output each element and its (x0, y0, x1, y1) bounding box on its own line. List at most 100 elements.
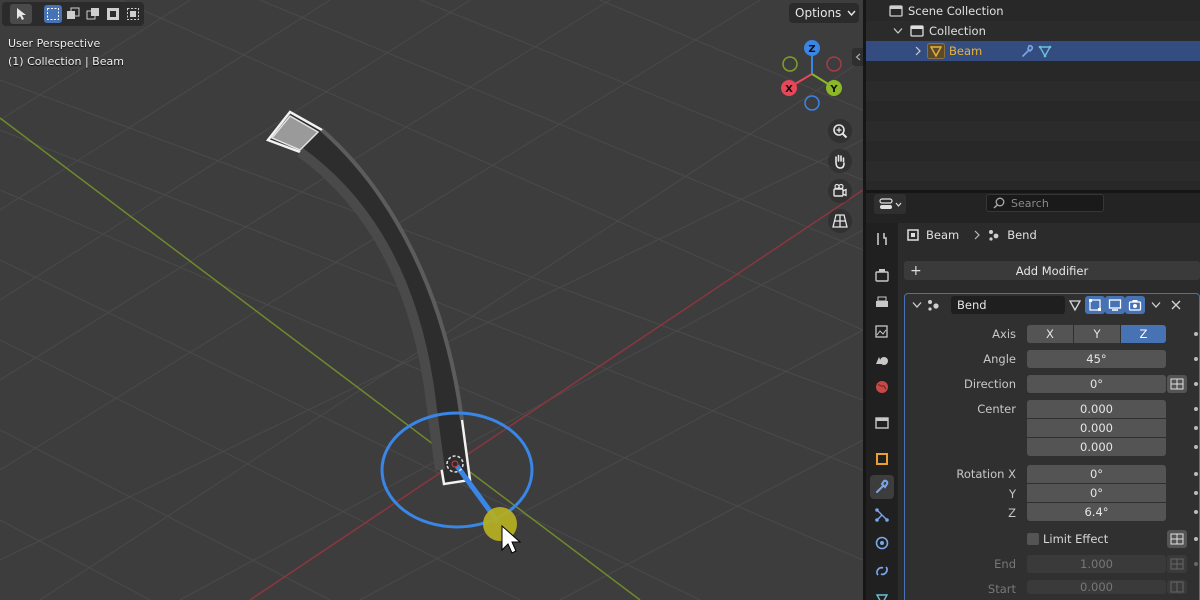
mesh-data-icon[interactable] (1038, 44, 1052, 58)
zoom-button[interactable] (828, 119, 852, 143)
outliner-empty-row (866, 81, 1200, 101)
select-tool-button[interactable] (10, 4, 32, 24)
scene-collection-label: Scene Collection (908, 4, 1004, 18)
search-placeholder: Search (1011, 196, 1049, 210)
keyframe-dot[interactable] (1194, 537, 1198, 541)
camera-icon (833, 183, 847, 197)
beam-label: Beam (949, 44, 983, 58)
tab-world[interactable] (870, 375, 894, 399)
select-intersect-button[interactable] (124, 5, 142, 23)
tab-object[interactable] (870, 447, 894, 471)
tab-render[interactable] (870, 263, 894, 287)
direction-decorator-button[interactable] (1167, 375, 1187, 393)
select-new-button[interactable] (44, 5, 62, 23)
context-label: (1) Collection | Beam (8, 55, 124, 68)
modifier-name-field[interactable]: Bend (951, 296, 1065, 314)
properties-search-field[interactable]: Search (986, 194, 1104, 212)
keyframe-dot[interactable] (1194, 491, 1198, 495)
axis-x-option[interactable]: X (1027, 325, 1073, 343)
angle-label: Angle (983, 352, 1016, 366)
axis-z-option[interactable]: Z (1121, 325, 1166, 343)
pan-button[interactable] (828, 149, 852, 173)
mesh-data-icon (875, 594, 889, 600)
keyframe-dot[interactable] (1194, 510, 1198, 514)
keyframe-dot[interactable] (1194, 332, 1198, 336)
outliner: Scene Collection Collection Beam (866, 0, 1200, 190)
outliner-row-beam[interactable]: Beam (866, 41, 1200, 61)
keyframe-dot[interactable] (1194, 426, 1198, 430)
edit-mode-toggle[interactable] (1085, 296, 1105, 314)
tab-tool[interactable] (870, 227, 894, 251)
tab-view-layer[interactable] (870, 319, 894, 343)
beam-object[interactable] (265, 110, 472, 486)
tab-constraints[interactable] (870, 559, 894, 583)
rotation-x-field[interactable]: 0° (1027, 465, 1166, 483)
keyframe-dot[interactable] (1194, 562, 1198, 566)
center-x-field[interactable]: 0.000 (1027, 400, 1166, 418)
keyframe-dot[interactable] (1194, 472, 1198, 476)
select-subtract-button[interactable] (84, 5, 102, 23)
outliner-row-collection[interactable]: Collection (866, 21, 1200, 41)
tab-collection[interactable] (870, 411, 894, 435)
camera-view-button[interactable] (828, 179, 852, 203)
collection-label: Collection (929, 24, 986, 38)
start-decorator-button[interactable] (1167, 580, 1187, 594)
chevron-right-icon[interactable] (915, 46, 921, 56)
angle-field[interactable]: 45° (1027, 350, 1166, 368)
tab-data[interactable] (870, 587, 894, 600)
hand-icon (835, 154, 845, 169)
outliner-row-scene-collection[interactable]: Scene Collection (866, 1, 1200, 21)
tab-output[interactable] (870, 291, 894, 315)
tab-modifiers[interactable] (870, 475, 894, 499)
keyframe-dot[interactable] (1194, 407, 1198, 411)
start-field[interactable]: 0.000 (1027, 580, 1166, 594)
perspective-toggle-button[interactable] (828, 209, 852, 233)
axis-y-option[interactable]: Y (1074, 325, 1120, 343)
keyframe-dot[interactable] (1194, 382, 1198, 386)
select-invert-button[interactable] (104, 5, 122, 23)
camera-icon (1128, 300, 1142, 311)
scene-canvas[interactable]: Z X Y (0, 0, 863, 600)
particles-icon (875, 508, 889, 522)
select-box-icon (47, 8, 59, 20)
tab-particles[interactable] (870, 503, 894, 527)
rotation-y-field[interactable]: 0° (1027, 484, 1166, 502)
properties-header: Search (866, 193, 1200, 223)
tab-physics[interactable] (870, 531, 894, 555)
render-toggle[interactable] (1125, 296, 1145, 314)
editor-type-dropdown[interactable] (874, 194, 906, 214)
limit-effect-decorator-button[interactable] (1167, 530, 1187, 548)
keyframe-dot[interactable] (1194, 357, 1198, 361)
end-decorator-button[interactable] (1167, 555, 1187, 573)
chevron-down-icon[interactable] (912, 301, 922, 309)
limit-effect-label: Limit Effect (1043, 532, 1109, 546)
tool-icon (877, 233, 887, 245)
direction-label: Direction (964, 377, 1016, 391)
outliner-empty-row (866, 121, 1200, 141)
bend-modifier-icon (928, 300, 939, 311)
rotation-z-field[interactable]: 6.4° (1027, 503, 1166, 521)
edit-cage-toggle[interactable] (1065, 296, 1085, 314)
center-y-field[interactable]: 0.000 (1027, 419, 1166, 437)
3d-viewport[interactable]: Z X Y Options User Perspective (1) Colle… (0, 0, 863, 600)
navigation-gizmo[interactable]: Z X Y (781, 40, 842, 111)
chevron-down-icon[interactable] (893, 27, 903, 35)
constraints-icon (876, 566, 888, 576)
select-intersect-icon (127, 8, 139, 20)
keyframe-dot[interactable] (1194, 445, 1198, 449)
viewport-display-toggle[interactable] (1105, 296, 1125, 314)
sidebar-toggle[interactable] (852, 48, 863, 66)
end-field[interactable]: 1.000 (1027, 555, 1166, 573)
select-subtract-icon (86, 8, 99, 20)
chevron-down-icon[interactable] (1151, 301, 1161, 309)
direction-field[interactable]: 0° (1027, 375, 1166, 393)
wrench-icon[interactable] (1020, 44, 1034, 58)
close-icon[interactable] (1171, 300, 1181, 310)
tab-scene[interactable] (870, 347, 894, 371)
options-dropdown[interactable]: Options (789, 3, 859, 23)
limit-effect-checkbox[interactable] (1027, 533, 1039, 545)
center-z-field[interactable]: 0.000 (1027, 438, 1166, 456)
perspective-label: User Perspective (8, 37, 101, 50)
select-extend-button[interactable] (64, 5, 82, 23)
add-modifier-button[interactable]: + Add Modifier (904, 261, 1200, 280)
